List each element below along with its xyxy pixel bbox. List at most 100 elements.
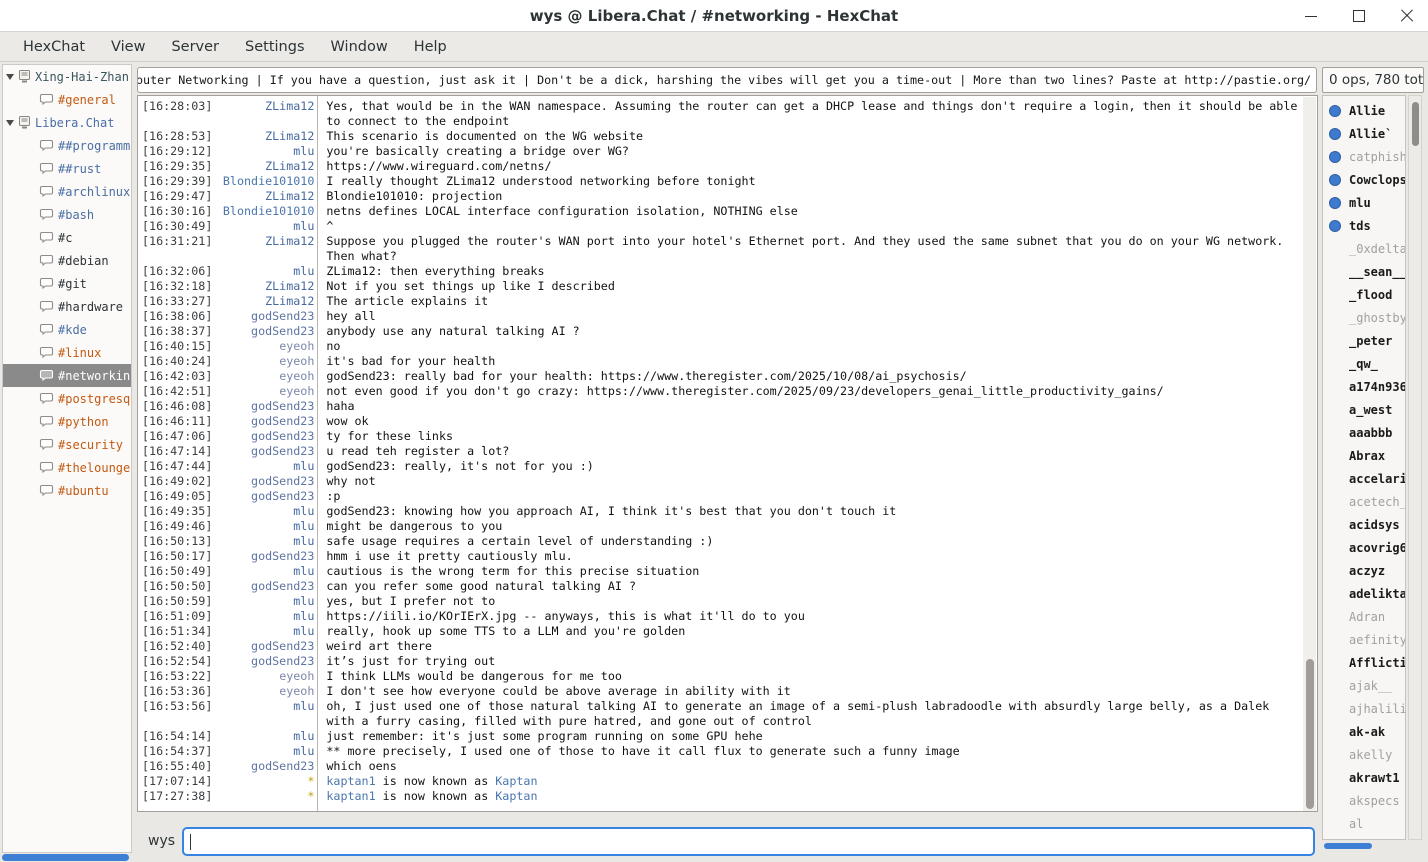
- scroll-thumb[interactable]: [1306, 659, 1314, 809]
- menu-help[interactable]: Help: [401, 32, 460, 62]
- user-list-item[interactable]: catphish: [1323, 145, 1405, 168]
- sidebar-item-networking[interactable]: #networking: [3, 364, 131, 387]
- sidebar-item-postgresql[interactable]: #postgresql: [3, 387, 131, 410]
- scroll-thumb[interactable]: [2, 854, 129, 861]
- tree-horizontal-scrollbar[interactable]: [2, 854, 131, 861]
- menu-hexchat[interactable]: HexChat: [10, 32, 98, 62]
- user-list-item[interactable]: accelario: [1323, 467, 1405, 490]
- sidebar-item-c[interactable]: #c: [3, 226, 131, 249]
- user-list-item[interactable]: acidsys: [1323, 513, 1405, 536]
- timestamp: [16:46:11]: [138, 414, 212, 429]
- sidebar-item-thelounge[interactable]: #thelounge: [3, 456, 131, 479]
- scroll-thumb[interactable]: [1412, 102, 1419, 146]
- sidebar-item-hardware[interactable]: #hardware: [3, 295, 131, 318]
- user-list-item[interactable]: Allie: [1323, 99, 1405, 122]
- user-name: aaabbb: [1349, 426, 1392, 440]
- user-name: al: [1349, 817, 1363, 831]
- user-list-item[interactable]: Abrax: [1323, 444, 1405, 467]
- expander-icon[interactable]: [6, 120, 14, 126]
- sidebar-item-git[interactable]: #git: [3, 272, 131, 295]
- message-row: [16:40:24]eyeohit's bad for your health: [138, 354, 1302, 369]
- message-text: hmm i use it pretty cautiously mlu.: [326, 549, 1301, 564]
- user-list-item[interactable]: _flood: [1323, 283, 1405, 306]
- user-list-item[interactable]: aefinity: [1323, 628, 1405, 651]
- topic-input[interactable]: outer Networking | If you have a questio…: [137, 67, 1317, 93]
- user-list-item[interactable]: __sean__: [1323, 260, 1405, 283]
- expander-icon[interactable]: [6, 74, 14, 80]
- user-list-item[interactable]: Cowclops`: [1323, 168, 1405, 191]
- nick: godSend23: [212, 444, 314, 459]
- user-list-item[interactable]: acovrig60: [1323, 536, 1405, 559]
- message-row: [16:53:36]eyeohI don't see how everyone …: [138, 684, 1302, 699]
- sidebar-server-libera.chat[interactable]: Libera.Chat: [3, 111, 131, 134]
- message-row: [16:52:40]godSend23weird art there: [138, 639, 1302, 654]
- user-list-item[interactable]: ak-ak: [1323, 720, 1405, 743]
- user-name: Allie: [1349, 104, 1385, 118]
- user-list-item[interactable]: akelly: [1323, 743, 1405, 766]
- sidebar-item-python[interactable]: #python: [3, 410, 131, 433]
- sidebar-item-kde[interactable]: #kde: [3, 318, 131, 341]
- menu-server[interactable]: Server: [158, 32, 232, 62]
- sidebar-item-debian[interactable]: #debian: [3, 249, 131, 272]
- userlist-vertical-scrollbar[interactable]: [1408, 95, 1422, 840]
- timestamp: [16:49:05]: [138, 489, 212, 504]
- channel-label: #general: [58, 93, 116, 107]
- channel-icon: [39, 139, 55, 153]
- user-list-item[interactable]: _0xdelta: [1323, 237, 1405, 260]
- user-list-item[interactable]: akspecs: [1323, 789, 1405, 812]
- nick: mlu: [212, 219, 314, 234]
- chat-vertical-scrollbar[interactable]: [1303, 97, 1316, 811]
- menubar: HexChatViewServerSettingsWindowHelp: [0, 32, 1428, 62]
- channel-label: #git: [58, 277, 87, 291]
- user-list-item[interactable]: al: [1323, 812, 1405, 835]
- nick: mlu: [212, 534, 314, 549]
- sidebar-server-xing-hai-zhan[interactable]: Xing-Hai-Zhan: [3, 65, 131, 88]
- user-list-item[interactable]: _peter: [1323, 329, 1405, 352]
- user-list-item[interactable]: akrawt1: [1323, 766, 1405, 789]
- minimize-button[interactable]: [1298, 3, 1324, 29]
- sidebar-item-linux[interactable]: #linux: [3, 341, 131, 364]
- userlist-horizontal-scrollbar[interactable]: [1322, 842, 1406, 851]
- scroll-thumb[interactable]: [1324, 843, 1372, 849]
- sidebar-item-bash[interactable]: #bash: [3, 203, 131, 226]
- sidebar-item-ubuntu[interactable]: #ubuntu: [3, 479, 131, 502]
- close-button[interactable]: [1394, 3, 1420, 29]
- sidebar-item-archlinux[interactable]: #archlinux: [3, 180, 131, 203]
- nick: godSend23: [212, 324, 314, 339]
- timestamp: [17:07:14]: [138, 774, 212, 789]
- window-title: wys @ Libera.Chat / #networking - HexCha…: [0, 0, 1428, 32]
- user-list-item[interactable]: a174n936: [1323, 375, 1405, 398]
- nick: godSend23: [212, 639, 314, 654]
- user-list-item[interactable]: acetech_: [1323, 490, 1405, 513]
- sidebar-item-security[interactable]: #security: [3, 433, 131, 456]
- message-row: [16:53:22]eyeohI think LLMs would be dan…: [138, 669, 1302, 684]
- user-list-item[interactable]: mlu: [1323, 191, 1405, 214]
- message-text: kaptan1 is now known as Kaptan: [326, 789, 1301, 804]
- user-list-item[interactable]: aczyz: [1323, 559, 1405, 582]
- sidebar-item-programming[interactable]: ##programming: [3, 134, 131, 157]
- user-list-item[interactable]: _ghostbyt: [1323, 306, 1405, 329]
- nick: godSend23: [212, 489, 314, 504]
- user-list-item[interactable]: tds: [1323, 214, 1405, 237]
- user-list-item[interactable]: ajak__: [1323, 674, 1405, 697]
- nick: eyeoh: [212, 669, 314, 684]
- user-list-item[interactable]: aaabbb: [1323, 421, 1405, 444]
- user-list-item[interactable]: Afflictio: [1323, 651, 1405, 674]
- user-list-item[interactable]: Allie`: [1323, 122, 1405, 145]
- user-list-item[interactable]: adeliktas: [1323, 582, 1405, 605]
- timestamp: [16:38:06]: [138, 309, 212, 324]
- user-list-item[interactable]: _qw_: [1323, 352, 1405, 375]
- sidebar-item-rust[interactable]: ##rust: [3, 157, 131, 180]
- message-row: [16:29:12]mluyou're basically creating a…: [138, 144, 1302, 159]
- sidebar-item-general[interactable]: #general: [3, 88, 131, 111]
- menu-window[interactable]: Window: [318, 32, 401, 62]
- message-input[interactable]: [182, 827, 1315, 856]
- maximize-button[interactable]: [1346, 3, 1372, 29]
- timestamp: [16:50:13]: [138, 534, 212, 549]
- user-list-item[interactable]: a_west: [1323, 398, 1405, 421]
- user-list-item[interactable]: Adran: [1323, 605, 1405, 628]
- timestamp: [16:40:24]: [138, 354, 212, 369]
- user-list-item[interactable]: ajhalili2: [1323, 697, 1405, 720]
- menu-view[interactable]: View: [98, 32, 158, 62]
- menu-settings[interactable]: Settings: [232, 32, 317, 62]
